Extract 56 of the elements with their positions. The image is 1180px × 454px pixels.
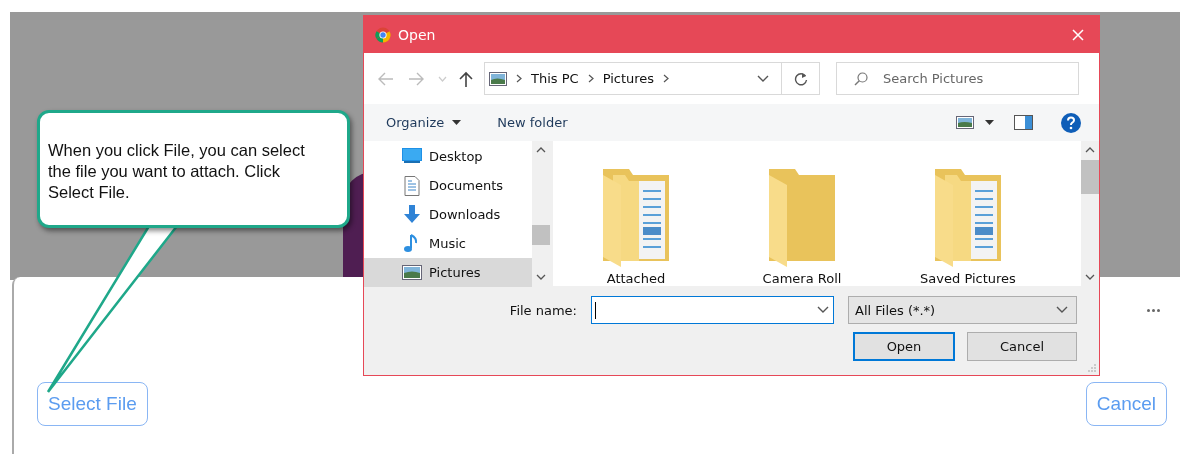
close-icon[interactable]: [1071, 27, 1085, 42]
chevron-down-icon: [1056, 306, 1068, 314]
file-name-field[interactable]: [591, 296, 834, 324]
document-icon: [402, 175, 422, 196]
text-cursor: [595, 301, 596, 319]
nav-item[interactable]: Downloads: [364, 200, 532, 229]
field-label: File name:: [509, 302, 577, 318]
nav-item[interactable]: Desktop: [364, 142, 532, 171]
nav-item[interactable]: Documents: [364, 171, 532, 200]
scrollbar[interactable]: [532, 141, 550, 286]
open-button[interactable]: Open: [853, 332, 955, 361]
search-icon: [854, 72, 868, 86]
nav-item[interactable]: Pictures: [364, 258, 532, 287]
new-folder-button[interactable]: New folder: [487, 111, 578, 134]
callout-text: When you click File, you can select the file you want to attach. Click Select File.: [48, 140, 306, 203]
folder-name: Attached: [606, 271, 666, 286]
window-title: Open: [398, 26, 436, 43]
breadcrumb[interactable]: This PC: [531, 71, 579, 86]
chevron-right-icon: [587, 74, 594, 83]
folder-name: Saved Pictures: [920, 271, 1016, 286]
scroll-down-icon[interactable]: [1085, 274, 1095, 280]
address-bar[interactable]: This PC Pictures: [484, 62, 782, 95]
scrollbar-thumb[interactable]: [532, 225, 550, 245]
chevron-right-icon: [663, 74, 670, 83]
up-arrow-icon[interactable]: [459, 70, 473, 87]
folder-item[interactable]: Saved Pictures: [885, 163, 1051, 286]
breadcrumb[interactable]: Pictures: [602, 71, 655, 86]
resize-grip-icon[interactable]: [1088, 364, 1096, 372]
cancel-button[interactable]: Cancel: [967, 332, 1077, 361]
caret-icon[interactable]: [985, 120, 994, 125]
view-icon[interactable]: [956, 116, 974, 129]
preview-pane-icon[interactable]: [1014, 115, 1033, 130]
more-icon[interactable]: [1147, 309, 1160, 312]
browser-icon: [375, 26, 391, 43]
pictures-icon: [402, 262, 422, 283]
scroll-down-icon[interactable]: [536, 274, 546, 280]
chevron-right-icon: [516, 74, 522, 83]
refresh-button[interactable]: [782, 62, 820, 95]
scrollbar-thumb[interactable]: [1081, 160, 1099, 194]
folder-name: Camera Roll: [762, 271, 842, 286]
refresh-icon: [793, 71, 808, 86]
file-type-dropdown[interactable]: All Files (*.*): [848, 296, 1077, 324]
search-field[interactable]: Search Pictures: [836, 62, 1079, 95]
nav-item[interactable]: Music: [364, 229, 532, 258]
scroll-up-icon[interactable]: [1085, 147, 1095, 153]
download-icon: [402, 204, 422, 225]
help-icon[interactable]: [1061, 112, 1081, 133]
organize-menu[interactable]: Organize: [376, 111, 472, 134]
folder-item[interactable]: Camera Roll: [719, 163, 885, 286]
chevron-down-icon[interactable]: [757, 74, 769, 83]
caret-icon: [452, 120, 462, 125]
folder-item[interactable]: Attached: [553, 163, 719, 286]
scrollbar[interactable]: [1081, 141, 1099, 286]
pictures-icon: [489, 71, 507, 86]
chevron-down-icon: [817, 306, 829, 314]
scroll-up-icon[interactable]: [536, 147, 546, 153]
